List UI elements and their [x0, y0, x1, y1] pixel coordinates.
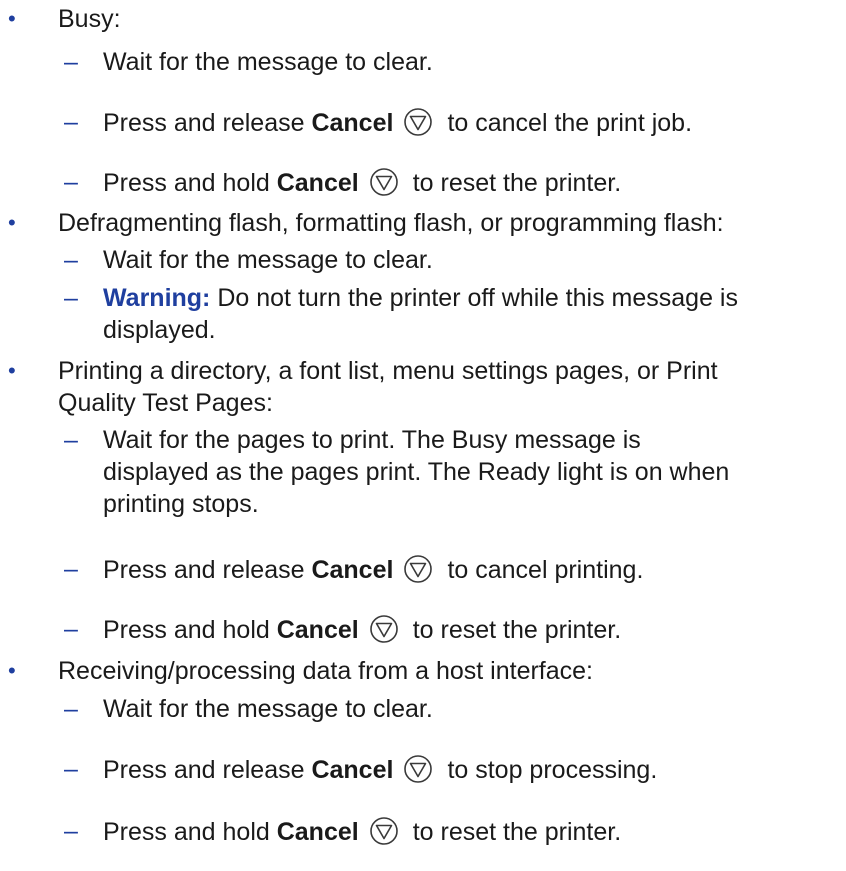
cancel-key-label: Cancel	[311, 756, 394, 784]
step-reset-printer: Press and hold Cancel to reset the printe…	[103, 167, 621, 198]
step-text-pre: Press and hold	[103, 818, 277, 846]
step-text: Wait for the pages to print. The Busy me…	[103, 426, 641, 454]
bullet-marker: •	[8, 6, 16, 31]
cancel-key-label: Cancel	[276, 818, 359, 846]
warning-line: Warning: Do not turn the printer off whi…	[103, 283, 738, 313]
step-text: Wait for the message to clear.	[103, 48, 433, 76]
section-busy-label: Busy:	[58, 5, 121, 33]
step-text-post: to cancel printing.	[447, 556, 644, 584]
step-cancel-job: Press and release Cancel to cancel the pr…	[103, 107, 692, 138]
step-reset-printer: Press and hold Cancel to reset the printe…	[103, 816, 621, 847]
cancel-key-label: Cancel	[276, 169, 359, 197]
step-stop-processing: Press and release Cancel to stop processi…	[103, 754, 657, 785]
step-text-post: to reset the printer.	[412, 616, 622, 644]
step-reset-printer: Press and hold Cancel to reset the printe…	[103, 614, 621, 645]
section-receiving-label: Receiving/processing data from a host in…	[58, 657, 593, 685]
cancel-button-icon	[403, 554, 433, 584]
step-text-continued: printing stops.	[103, 490, 259, 518]
step-text-pre: Press and hold	[103, 616, 277, 644]
dash-marker: –	[64, 48, 78, 76]
step-text: Wait for the message to clear.	[103, 695, 433, 723]
bullet-marker: •	[8, 210, 16, 235]
cancel-key-label: Cancel	[276, 616, 359, 644]
cancel-button-icon	[369, 816, 399, 846]
cancel-button-icon	[403, 754, 433, 784]
cancel-button-icon	[369, 167, 399, 197]
step-text-pre: Press and hold	[103, 169, 277, 197]
dash-marker: –	[64, 426, 78, 454]
dash-marker: –	[64, 246, 78, 274]
bullet-marker: •	[8, 358, 16, 383]
step-text-post: to stop processing.	[447, 756, 658, 784]
dash-marker: –	[64, 755, 78, 783]
dash-marker: –	[64, 695, 78, 723]
dash-marker: –	[64, 168, 78, 196]
cancel-key-label: Cancel	[311, 556, 394, 584]
dash-marker: –	[64, 108, 78, 136]
cancel-key-label: Cancel	[311, 109, 394, 137]
section-flash-label: Defragmenting flash, formatting flash, o…	[58, 209, 724, 237]
step-cancel-printing: Press and release Cancel to cancel printi…	[103, 554, 643, 585]
warning-text: Do not turn the printer off while this m…	[210, 284, 738, 312]
warning-text-continued: displayed.	[103, 316, 216, 344]
step-text-post: to cancel the print job.	[447, 109, 693, 137]
bullet-marker: •	[8, 658, 16, 683]
section-printing-label: Printing a directory, a font list, menu …	[58, 357, 718, 385]
step-text-post: to reset the printer.	[412, 169, 622, 197]
cancel-button-icon	[403, 107, 433, 137]
dash-marker: –	[64, 555, 78, 583]
dash-marker: –	[64, 615, 78, 643]
step-text-continued: displayed as the pages print. The Ready …	[103, 458, 730, 486]
step-text-post: to reset the printer.	[412, 818, 622, 846]
step-text-pre: Press and release	[103, 109, 312, 137]
step-text-pre: Press and release	[103, 756, 312, 784]
cancel-button-icon	[369, 614, 399, 644]
dash-marker: –	[64, 817, 78, 845]
step-text-pre: Press and release	[103, 556, 312, 584]
section-printing-label-continued: Quality Test Pages:	[58, 389, 273, 417]
warning-label: Warning:	[103, 284, 211, 312]
dash-marker: –	[64, 284, 78, 312]
step-text: Wait for the message to clear.	[103, 246, 433, 274]
